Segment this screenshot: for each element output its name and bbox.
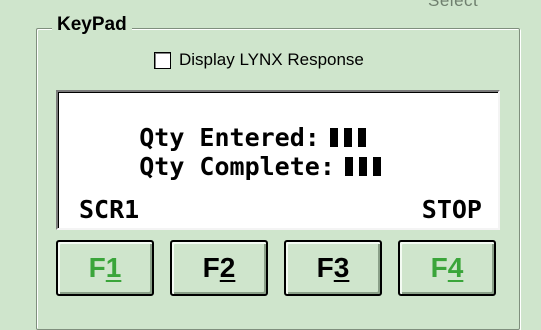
f4-button[interactable]: F4 — [398, 240, 496, 296]
window-title-fragment: Select — [428, 0, 479, 10]
display-lynx-response-checkbox[interactable] — [154, 51, 171, 69]
display-lynx-response-option[interactable]: Display LYNX Response — [154, 50, 364, 70]
f1-button[interactable]: F1 — [56, 240, 154, 296]
function-key-row: F1 F2 F3 F4 — [56, 240, 496, 298]
f3-label: F3 — [316, 252, 350, 283]
screen-indicator: SCR1 — [79, 195, 140, 224]
f2-label: F2 — [202, 252, 236, 283]
qty-complete-label: Qty Complete: — [139, 152, 335, 181]
f3-button[interactable]: F3 — [284, 240, 382, 296]
lynx-display-screen: Qty Entered: Qty Complete: SCR1 STOP — [56, 90, 500, 230]
stop-indicator: STOP — [421, 195, 482, 224]
keypad-title: KeyPad — [52, 14, 132, 36]
qty-complete-cursor-blocks — [344, 157, 387, 176]
f2-button[interactable]: F2 — [170, 240, 268, 296]
f4-label: F4 — [430, 252, 464, 283]
display-lynx-response-label[interactable]: Display LYNX Response — [179, 50, 364, 70]
f1-label: F1 — [88, 252, 122, 283]
